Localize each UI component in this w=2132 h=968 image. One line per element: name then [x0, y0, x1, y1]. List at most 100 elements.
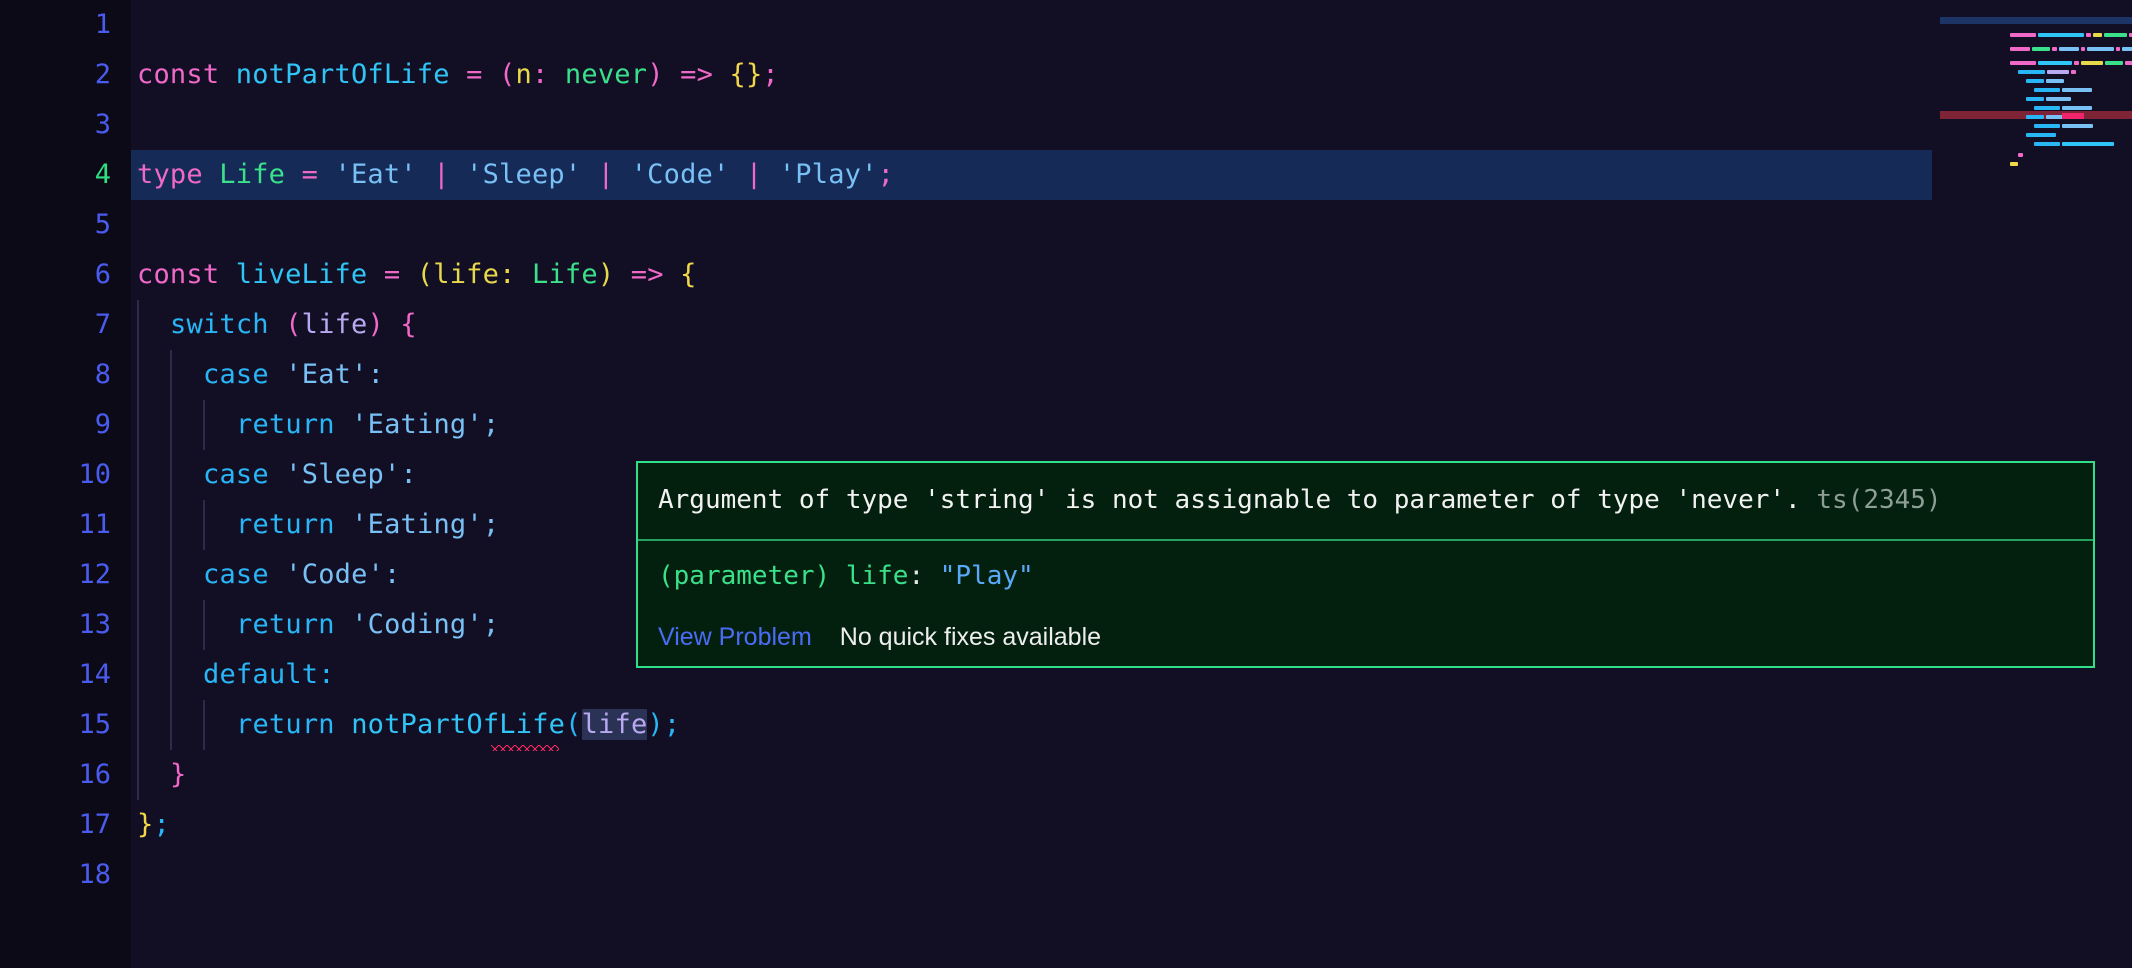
code-line-14[interactable]: default: [203, 650, 335, 700]
code-line-10[interactable]: case 'Sleep': [203, 450, 417, 500]
code-line-11[interactable]: return 'Eating'; [236, 500, 499, 550]
token-assign: = [367, 259, 416, 290]
minimap-line-9 [1976, 59, 2094, 66]
token-colon: : [532, 59, 565, 90]
token-pipe-1: | [417, 159, 466, 190]
quick-fix-note: No quick fixes available [840, 623, 1101, 652]
token-paren-open: ( [499, 59, 515, 90]
code-line-17[interactable]: }; [137, 800, 170, 850]
token-string-coding: 'Coding' [335, 609, 483, 640]
line-number-10[interactable]: 10 [1, 450, 111, 500]
token-semicolon: ; [483, 609, 499, 640]
line-number-1[interactable]: 1 [1, 0, 111, 50]
token-string-play: 'Play' [779, 159, 878, 190]
hover-message-section: Argument of type 'string' is not assigna… [638, 463, 2093, 539]
token-return: return [236, 509, 335, 540]
indent-guide-level-2 [170, 350, 172, 750]
line-number-17[interactable]: 17 [1, 800, 111, 850]
token-param-life: life [433, 259, 499, 290]
line-number-3[interactable]: 3 [1, 100, 111, 150]
code-editor[interactable]: 1 2 3 4 5 6 7 8 9 10 11 12 13 14 15 16 1… [0, 0, 2132, 968]
token-arrow: => [664, 59, 730, 90]
line-number-11[interactable]: 11 [1, 500, 111, 550]
token-paren-close: ) [647, 709, 663, 740]
code-line-9[interactable]: return 'Eating'; [236, 400, 499, 450]
token-string-sleep: 'Sleep' [269, 459, 401, 490]
hover-signature-text: (parameter) life: "Play" [658, 555, 2073, 597]
line-number-15[interactable]: 15 [1, 700, 111, 750]
minimap-line-2 [1952, 4, 2132, 11]
token-brace-open: { [384, 309, 417, 340]
line-number-4[interactable]: 4 [1, 150, 111, 200]
token-const: const [137, 59, 219, 90]
minimap-line-16 [1960, 124, 2025, 131]
code-line-15[interactable]: return notPartOfLife(life); [236, 700, 680, 750]
line-number-16[interactable]: 16 [1, 750, 111, 800]
token-semicolon: ; [483, 409, 499, 440]
minimap-line-14 [1968, 104, 2058, 111]
token-return: return [236, 609, 335, 640]
view-problem-link[interactable]: View Problem [658, 623, 812, 652]
token-default: default [203, 659, 318, 690]
token-paren-open: ( [565, 709, 581, 740]
hover-signature-section: (parameter) life: "Play" [638, 539, 2093, 613]
token-semicolon: ; [483, 509, 499, 540]
token-case: case [203, 359, 269, 390]
line-number-14[interactable]: 14 [1, 650, 111, 700]
token-colon: : [400, 459, 416, 490]
hover-actions-bar[interactable]: View Problem No quick fixes available [638, 613, 2093, 666]
minimap-line-12 [1968, 86, 2070, 93]
code-line-12[interactable]: case 'Code': [203, 550, 401, 600]
line-number-18[interactable]: 18 [1, 850, 111, 900]
token-semicolon: ; [762, 59, 778, 90]
token-colon: : [318, 659, 334, 690]
token-paren-open: ( [285, 309, 301, 340]
token-switch: switch [170, 309, 269, 340]
minimap-line-7 [1960, 41, 2078, 48]
hover-symbol-kind: (parameter) [658, 561, 830, 591]
token-colon: : [368, 359, 384, 390]
token-string-code: 'Code' [631, 159, 730, 190]
token-arrow: => [614, 259, 680, 290]
line-number-5[interactable]: 5 [1, 200, 111, 250]
line-number-13[interactable]: 13 [1, 600, 111, 650]
minimap-line-17 [1952, 133, 2020, 140]
line-number-7[interactable]: 7 [1, 300, 111, 350]
token-paren-close: ) [368, 309, 384, 340]
code-line-6[interactable]: const liveLife = (life: Life) => { [137, 250, 697, 300]
line-number-9[interactable]: 9 [1, 400, 111, 450]
minimap-line-8 [1968, 50, 2066, 57]
line-number-12[interactable]: 12 [1, 550, 111, 600]
diagnostic-hover-tooltip[interactable]: Argument of type 'string' is not assigna… [636, 461, 2095, 668]
token-paren-close: ) [598, 259, 614, 290]
token-var-life: life [302, 309, 368, 340]
line-number-gutter: 1 2 3 4 5 6 7 8 9 10 11 12 13 14 15 16 1… [0, 0, 131, 968]
minimap-line-11 [1976, 77, 2094, 84]
hover-symbol-value: "Play" [940, 561, 1034, 591]
token-string-eat: 'Eat' [334, 159, 416, 190]
token-colon: : [499, 259, 532, 290]
token-type-life: Life [532, 259, 598, 290]
token-arg-life-error[interactable]: life [582, 709, 648, 740]
code-line-8[interactable]: case 'Eat': [203, 350, 384, 400]
token-brace-open: { [680, 259, 696, 290]
indent-guide-level-3d [203, 700, 205, 750]
code-line-7[interactable]: switch (life) { [170, 300, 417, 350]
line-number-2[interactable]: 2 [1, 50, 111, 100]
token-typename-life: Life [203, 159, 285, 190]
code-line-4[interactable]: type Life = 'Eat' | 'Sleep' | 'Code' | '… [137, 150, 894, 200]
token-pipe-3: | [729, 159, 778, 190]
token-identifier-notpartoflife: notPartOfLife [236, 59, 450, 90]
code-line-16[interactable]: } [170, 750, 186, 800]
line-number-8[interactable]: 8 [1, 350, 111, 400]
minimap-line-10 [1968, 68, 2073, 75]
hover-separator: : [908, 561, 939, 591]
minimap-line-6 [1952, 32, 2132, 39]
code-line-2[interactable]: const notPartOfLife = (n: never) => {}; [137, 50, 779, 100]
minimap-line-15 [1976, 113, 2116, 120]
token-brace-close: } [137, 809, 153, 840]
minimap-line-4 [1952, 18, 2132, 25]
code-line-13[interactable]: return 'Coding'; [236, 600, 499, 650]
error-squiggle-underline [491, 745, 559, 751]
line-number-6[interactable]: 6 [1, 250, 111, 300]
